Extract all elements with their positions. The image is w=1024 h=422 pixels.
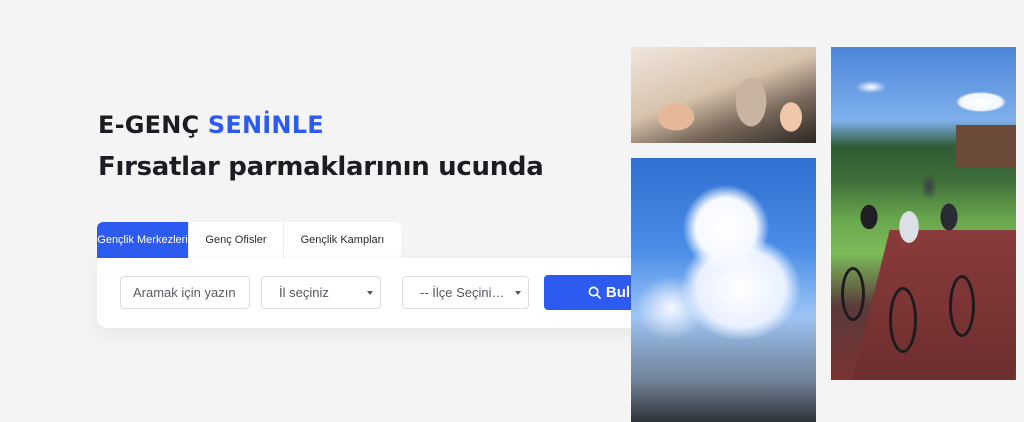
photo-high-five (631, 47, 816, 143)
hero-subtitle: Fırsatlar parmaklarının ucunda (98, 152, 544, 182)
caret-down-icon (367, 291, 373, 295)
search-icon (588, 286, 601, 299)
district-select-value: -- İlçe Seçiniz -- (420, 285, 510, 300)
hero-title-accent: SENİNLE (207, 111, 324, 139)
photo-snow-celebration (631, 158, 816, 422)
tab-genc-ofisler[interactable]: Genç Ofisler (189, 222, 284, 258)
province-select-value: İl seçiniz (279, 285, 329, 300)
caret-down-icon (515, 291, 521, 295)
tab-genclik-kamplari[interactable]: Gençlik Kampları (284, 222, 401, 258)
search-button-label: Bul (605, 284, 631, 301)
province-select[interactable]: İl seçiniz (261, 276, 381, 309)
photo-cycling-group (831, 47, 1016, 380)
photo-bike-wheel (949, 275, 975, 337)
search-input[interactable] (131, 284, 239, 301)
district-select[interactable]: -- İlçe Seçiniz -- (402, 276, 529, 309)
photo-bike-wheel (889, 287, 917, 353)
photo-bike-wheel (841, 267, 865, 321)
search-tabs: Gençlik Merkezleri Genç Ofisler Gençlik … (97, 222, 401, 258)
hero-title: E-GENÇ SENİNLE (98, 111, 324, 139)
search-panel: İl seçiniz -- İlçe Seçiniz -- Bul (97, 258, 696, 328)
hero-title-part1: E-GENÇ (98, 111, 200, 139)
search-input-wrapper (120, 276, 250, 309)
tab-genclik-merkezleri[interactable]: Gençlik Merkezleri (97, 222, 189, 258)
